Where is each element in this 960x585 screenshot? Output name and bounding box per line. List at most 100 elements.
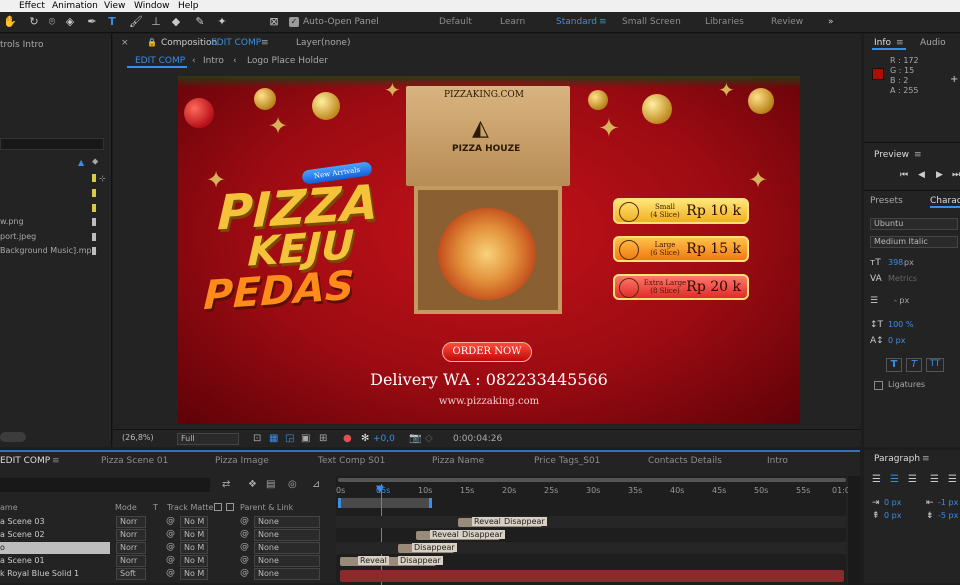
region-interest-icon[interactable]: ⊡: [253, 433, 261, 444]
matte-link-icon[interactable]: @: [166, 542, 175, 552]
timeline-tab[interactable]: Text Comp S01: [318, 456, 385, 466]
comp-nav-intro[interactable]: Intro: [203, 56, 224, 66]
align-left-icon[interactable]: ☰: [872, 474, 881, 485]
indent-right-value[interactable]: -1 px: [938, 498, 958, 507]
timeline-tab-active[interactable]: EDIT COMP: [0, 456, 50, 466]
clone-stamp-tool-icon[interactable]: ⊥: [148, 14, 164, 30]
preview-tab[interactable]: Preview: [874, 150, 909, 160]
project-item[interactable]: Background Music].mp4: [0, 246, 97, 255]
menu-effect[interactable]: Effect: [19, 0, 45, 12]
ligatures-checkbox[interactable]: [874, 381, 883, 390]
faux-italic-icon[interactable]: T: [906, 358, 922, 372]
play-icon[interactable]: ▶: [936, 170, 943, 180]
workspace-small-screen[interactable]: Small Screen: [622, 15, 681, 29]
layer-name[interactable]: k Royal Blue Solid 1: [0, 569, 79, 578]
puppet-tool-icon[interactable]: ✦: [214, 14, 230, 30]
pickwhip-icon[interactable]: @: [240, 542, 249, 552]
roto-brush-tool-icon[interactable]: ✎: [192, 14, 208, 30]
blend-mode-select[interactable]: Norr: [116, 516, 146, 528]
menu-window[interactable]: Window: [134, 0, 170, 12]
pickwhip-icon[interactable]: @: [240, 529, 249, 539]
eraser-tool-icon[interactable]: ◆: [168, 14, 184, 30]
menu-help[interactable]: Help: [178, 0, 199, 12]
project-search-input[interactable]: [0, 138, 104, 150]
timeline-tab[interactable]: Contacts Details: [648, 456, 722, 466]
blend-mode-select[interactable]: Soft: [116, 568, 146, 580]
menu-animation[interactable]: Animation: [52, 0, 98, 12]
viewer-timecode[interactable]: 0:00:04:26: [453, 434, 502, 444]
draft-3d-icon[interactable]: ❖: [248, 479, 257, 490]
workspace-more-icon[interactable]: »: [828, 15, 834, 29]
hand-tool-icon[interactable]: ✋: [2, 14, 18, 30]
indent-left-value[interactable]: 0 px: [884, 498, 901, 507]
graph-editor-icon[interactable]: ⊿: [312, 479, 320, 490]
comp-nav-active[interactable]: EDIT COMP: [127, 54, 187, 68]
font-style-select[interactable]: Medium Italic: [870, 236, 958, 248]
close-tab-icon[interactable]: ×: [121, 38, 129, 48]
layer-name[interactable]: a Scene 03: [0, 517, 45, 526]
snapshot-camera-icon[interactable]: 📷: [409, 433, 421, 444]
timeline-tab[interactable]: Pizza Image: [215, 456, 269, 466]
prev-frame-icon[interactable]: ◀: [918, 170, 925, 180]
layer-row-selected[interactable]: o Norr @ No M @ None: [0, 542, 335, 554]
timeline-tab[interactable]: Intro: [767, 456, 788, 466]
shy-layers-icon[interactable]: ▤: [266, 479, 275, 490]
comp-nav-logo[interactable]: Logo Place Holder: [247, 56, 328, 66]
brush-tool-icon[interactable]: 🖌: [128, 14, 144, 30]
lock-icon[interactable]: 🔒: [147, 38, 157, 47]
blend-mode-select[interactable]: Norr: [116, 529, 146, 541]
space-after-value[interactable]: -5 px: [938, 511, 958, 520]
parent-select[interactable]: None: [254, 568, 320, 580]
grid-icon[interactable]: ▣: [301, 433, 310, 444]
workspace-libraries[interactable]: Libraries: [705, 15, 744, 29]
pickwhip-icon[interactable]: @: [240, 555, 249, 565]
timeline-tab[interactable]: Pizza Scene 01: [101, 456, 168, 466]
composition-name[interactable]: EDIT COMP: [211, 38, 261, 48]
last-frame-icon[interactable]: ⏭: [952, 170, 960, 180]
timeline-tab[interactable]: Price Tags_S01: [534, 456, 600, 466]
transparency-grid-icon[interactable]: ▦: [269, 433, 278, 444]
exposure-value[interactable]: +0,0: [373, 434, 395, 444]
pen-tool-icon[interactable]: ✒: [84, 14, 100, 30]
timeline-menu-icon[interactable]: ≡: [52, 456, 60, 466]
paragraph-tab[interactable]: Paragraph: [874, 454, 920, 464]
preview-menu-icon[interactable]: ≡: [914, 150, 922, 160]
parent-select[interactable]: None: [254, 555, 320, 567]
timeline-tracks[interactable]: 0s 05s 10s 15s 20s 25s 30s 35s 40s 45s 5…: [336, 476, 850, 585]
matte-link-icon[interactable]: @: [166, 529, 175, 539]
composition-viewer[interactable]: ✦ ✦ ✦ ✦ ✦ ✦ New Arrivals PIZZA KEJU PEDA…: [178, 76, 800, 424]
color-channels-icon[interactable]: ●: [343, 433, 352, 444]
type-tool-icon[interactable]: T: [104, 14, 120, 30]
rotate-tool-icon[interactable]: ↻: [26, 14, 42, 30]
first-frame-icon[interactable]: ⏮: [900, 170, 908, 180]
timeline-search-input[interactable]: [0, 478, 210, 492]
playhead-handle-icon[interactable]: ▼: [376, 484, 384, 495]
blend-mode-select[interactable]: Norr: [116, 542, 146, 554]
all-caps-icon[interactable]: TT: [926, 358, 944, 372]
matte-link-icon[interactable]: @: [166, 516, 175, 526]
solid-layer-bar[interactable]: [340, 570, 844, 582]
layer-name[interactable]: a Scene 02: [0, 530, 45, 539]
kerning-value[interactable]: Metrics: [888, 274, 917, 283]
track-matte-select[interactable]: No M: [180, 516, 208, 528]
show-snapshot-icon[interactable]: ◇: [425, 433, 433, 444]
snapping-icon[interactable]: ⊠: [266, 14, 282, 30]
track-matte-select[interactable]: No M: [180, 568, 208, 580]
layer-row[interactable]: a Scene 02 Norr @ No M @ None: [0, 529, 335, 541]
vertical-scale-value[interactable]: 100 %: [888, 320, 913, 329]
pickwhip-icon[interactable]: @: [240, 516, 249, 526]
project-scrollbar[interactable]: [0, 432, 26, 442]
info-menu-icon[interactable]: ≡: [896, 38, 904, 48]
workspace-menu-icon[interactable]: ≡: [599, 15, 607, 29]
layer-name[interactable]: o: [0, 543, 5, 552]
layer-row[interactable]: a Scene 01 Norr @ No M @ None: [0, 555, 335, 567]
parent-select[interactable]: None: [254, 529, 320, 541]
layer-row[interactable]: k Royal Blue Solid 1 Soft @ No M @ None: [0, 568, 335, 580]
label-tag-icon[interactable]: ⬥: [92, 157, 98, 167]
paragraph-menu-icon[interactable]: ≡: [922, 454, 930, 464]
align-center-icon[interactable]: ☰: [890, 474, 899, 485]
parent-select[interactable]: None: [254, 542, 320, 554]
presets-tab[interactable]: Presets: [870, 196, 903, 206]
workspace-standard[interactable]: Standard: [556, 15, 597, 29]
flowchart-icon[interactable]: ⊹: [99, 174, 106, 183]
